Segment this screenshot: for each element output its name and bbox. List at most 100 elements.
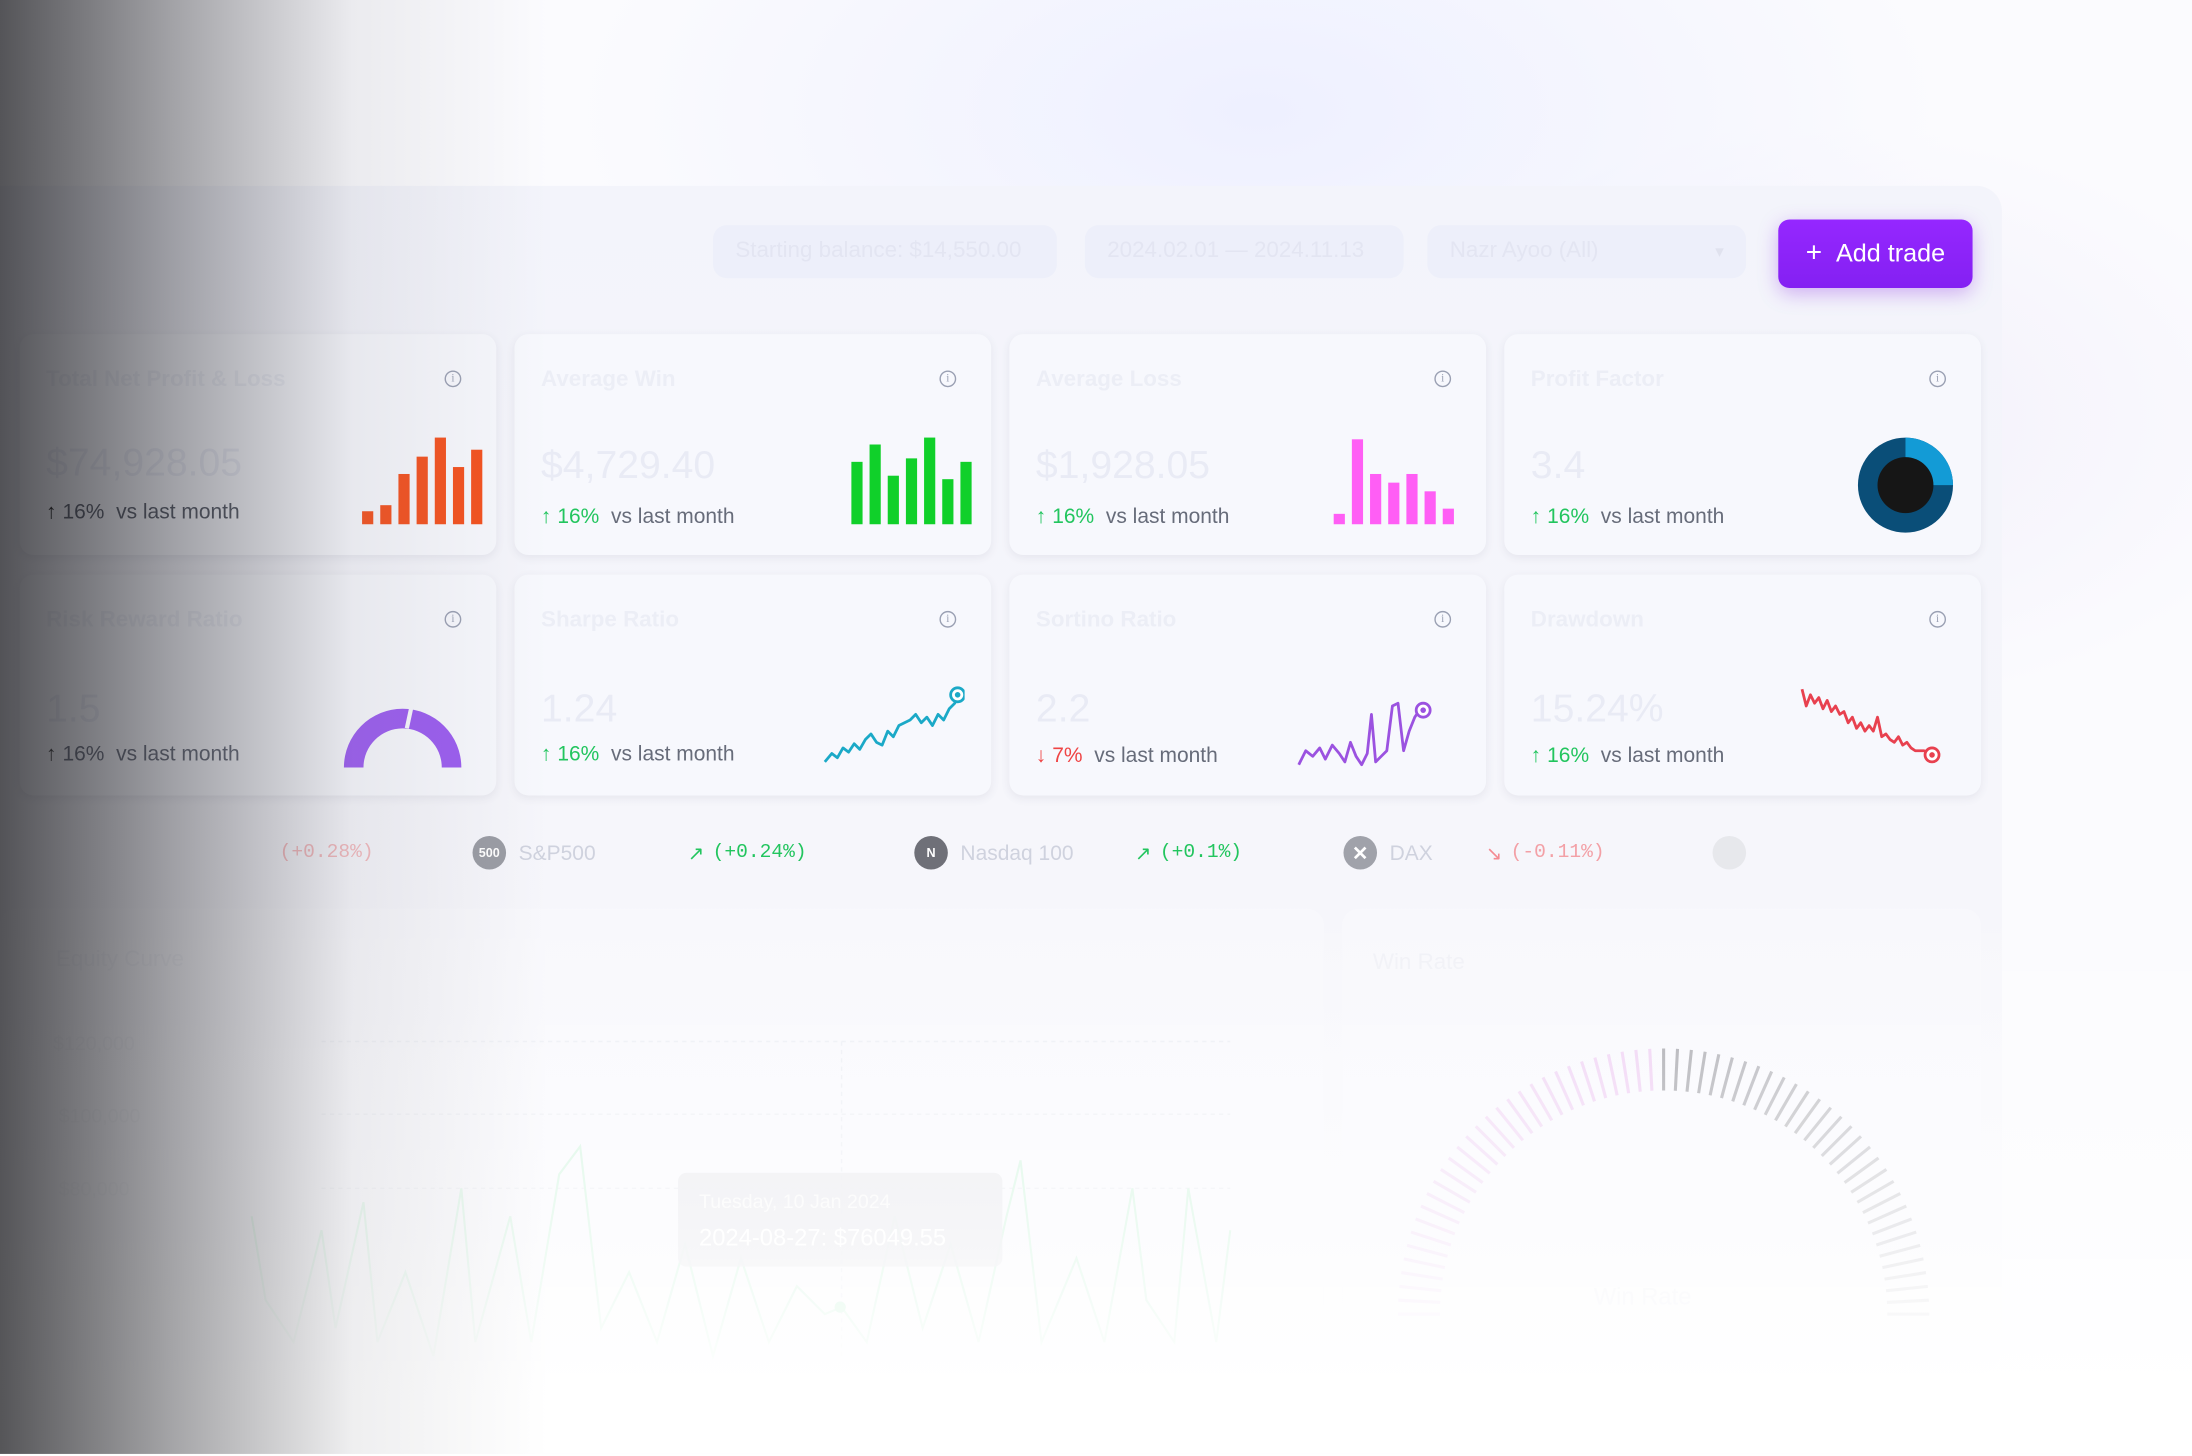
- card-delta-pct: 16%: [62, 742, 105, 767]
- card-bar-chart: [362, 437, 483, 525]
- date-range-text: 2024.02.01 — 2024.11.13: [1107, 239, 1365, 263]
- gauge-tick: [1401, 1271, 1443, 1281]
- card-average-loss: Average Loss i $1,928.05 ↑ 16% vs last m…: [1009, 334, 1487, 556]
- bar: [960, 461, 972, 525]
- bar: [398, 473, 410, 525]
- card-delta-text: vs last month: [1600, 504, 1725, 529]
- info-icon[interactable]: i: [444, 370, 462, 388]
- account-select[interactable]: Nazr Ayoo (All) ▾: [1427, 225, 1747, 279]
- info-icon[interactable]: i: [1929, 370, 1947, 388]
- gauge-tick: [1685, 1049, 1693, 1092]
- gauge-tick: [1812, 1115, 1843, 1149]
- ticker-item[interactable]: (+0.28%): [280, 835, 374, 871]
- bar: [452, 467, 465, 525]
- gauge-tick: [1886, 1298, 1929, 1304]
- card-line-chart: [1800, 688, 1941, 764]
- info-icon[interactable]: i: [939, 370, 957, 388]
- card-delta: ↑ 16% vs last month: [541, 505, 735, 529]
- arrow-up-icon: ↑: [541, 504, 552, 529]
- info-icon[interactable]: i: [444, 610, 462, 628]
- gauge-tick: [1620, 1051, 1631, 1094]
- starting-balance-text: Starting balance: $14,550.00: [735, 239, 1022, 263]
- gauge-tick: [1673, 1048, 1680, 1091]
- card-risk-reward-ratio: Risk Reward Ratio i 1.5 ↑ 16% vs last mo…: [19, 574, 497, 796]
- chart-tooltip: Tuesday, 10 Jan 2024 2024-08-27: $76049.…: [678, 1172, 1003, 1267]
- win-rate-title: Win Rate: [1372, 950, 1465, 975]
- gauge-tick: [1566, 1065, 1585, 1106]
- info-icon[interactable]: i: [1929, 610, 1947, 628]
- tooltip-value: 2024-08-27: $76049.55: [699, 1224, 947, 1252]
- card-delta: ↑ 16% vs last month: [46, 742, 240, 766]
- gauge-tick: [1415, 1217, 1456, 1236]
- card-value: 1.5: [46, 686, 101, 730]
- card-delta-pct: 7%: [1052, 743, 1083, 768]
- gauge-tick: [1474, 1125, 1507, 1158]
- arrow-up-icon: ↑: [541, 742, 552, 767]
- bar: [380, 505, 392, 525]
- gauge-tick: [1634, 1049, 1642, 1092]
- arrow-up-icon: ↑: [1530, 743, 1542, 768]
- card-value: 15.24%: [1530, 686, 1664, 730]
- gauge-tick: [1398, 1298, 1441, 1304]
- gauge-tick: [1580, 1061, 1596, 1102]
- gauge-tick: [1399, 1284, 1442, 1293]
- card-average-win: Average Win i $4,729.40 ↑ 16% vs last mo…: [514, 334, 992, 556]
- arrow-up-icon: ↑: [1530, 504, 1542, 529]
- ticker-change: (+0.28%): [279, 841, 374, 864]
- card-delta-pct: 16%: [62, 500, 105, 525]
- info-icon[interactable]: i: [1434, 370, 1452, 388]
- bar: [887, 475, 899, 525]
- ticker-item-nasdaq[interactable]: N Nasdaq 100 ↗ (+0.1%): [914, 835, 1242, 871]
- card-title: Risk Reward Ratio: [46, 608, 243, 632]
- card-delta-text: vs last month: [1600, 743, 1725, 768]
- card-delta: ↑ 16% vs last month: [1531, 505, 1725, 529]
- starting-balance-pill[interactable]: Starting balance: $14,550.00: [712, 225, 1057, 279]
- gauge-tick: [1484, 1115, 1516, 1149]
- card-profit-factor: Profit Factor i 3.4 ↑ 16% vs last month: [1504, 334, 1981, 556]
- sp500-icon: 500: [472, 836, 507, 870]
- gauge-tick: [1720, 1057, 1734, 1099]
- equity-title: Equity Curve: [55, 947, 184, 972]
- ticker-item[interactable]: [1712, 835, 1747, 871]
- ticker-change: (+0.1%): [1159, 841, 1243, 864]
- card-title: Drawdown: [1530, 608, 1644, 632]
- card-value: 1.24: [541, 686, 618, 730]
- ticker-item-dax[interactable]: ✕ DAX ↘ (-0.11%): [1343, 835, 1605, 871]
- gauge-tick: [1820, 1125, 1853, 1158]
- bar: [1424, 491, 1436, 525]
- y-axis-label: $100,000: [58, 1104, 141, 1127]
- ticker-change: (-0.11%): [1510, 841, 1605, 864]
- card-value: $1,928.05: [1035, 443, 1211, 487]
- gauge-tick: [1465, 1135, 1499, 1166]
- bar: [434, 437, 446, 525]
- bar: [1388, 482, 1400, 525]
- trend-up-icon: ↗: [1135, 840, 1152, 864]
- bar: [1333, 513, 1345, 525]
- card-bar-chart: [1333, 439, 1454, 525]
- ticker-icon: [1712, 836, 1747, 870]
- gauge-tick: [1406, 1243, 1448, 1258]
- bar: [1406, 473, 1418, 525]
- tooltip-date: Tuesday, 10 Jan 2024: [699, 1189, 891, 1213]
- card-delta: ↓ 7% vs last month: [1036, 744, 1218, 768]
- ticker-item-sp500[interactable]: 500 S&P500 ↗ (+0.24%): [472, 835, 807, 871]
- info-icon[interactable]: i: [1434, 610, 1452, 628]
- card-title: Average Loss: [1035, 367, 1182, 392]
- bar: [942, 479, 954, 525]
- chevron-down-icon: ▾: [1715, 241, 1724, 262]
- bar: [416, 456, 428, 525]
- trend-up-icon: ↗: [687, 840, 705, 864]
- date-range-picker[interactable]: 2024.02.01 — 2024.11.13: [1084, 225, 1404, 279]
- card-delta-pct: 16%: [1547, 743, 1590, 768]
- ticker-row: (+0.28%) 500 S&P500 ↗ (+0.24%) N Nasdaq …: [0, 835, 1817, 871]
- card-title: Sortino Ratio: [1035, 608, 1177, 632]
- bar: [869, 444, 881, 525]
- card-delta-text: vs last month: [1094, 743, 1218, 768]
- win-rate-center-label: Win Rate: [1593, 1283, 1692, 1310]
- plus-icon: +: [1805, 237, 1823, 269]
- info-icon[interactable]: i: [939, 610, 957, 628]
- card-delta: ↑ 16% vs last month: [1036, 505, 1230, 529]
- gauge-tick: [1593, 1057, 1608, 1099]
- gauge-tick: [1885, 1284, 1928, 1293]
- add-trade-button[interactable]: + Add trade: [1778, 219, 1973, 288]
